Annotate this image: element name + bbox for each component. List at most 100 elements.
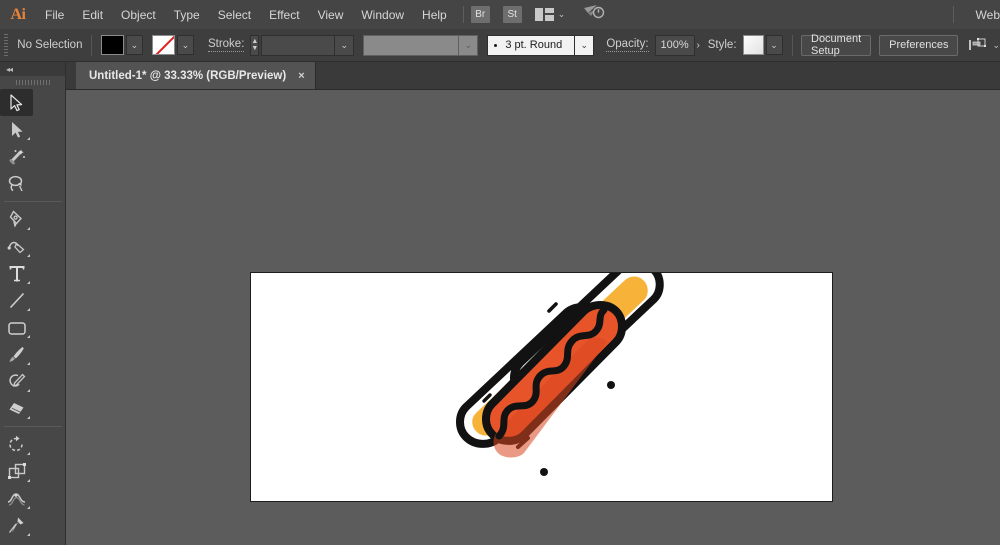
- width-profile-input[interactable]: [363, 35, 459, 56]
- shape-builder-tool[interactable]: [0, 539, 33, 545]
- tool-group-indicator: [27, 227, 30, 230]
- lasso-tool[interactable]: [0, 170, 33, 197]
- fill-color-control[interactable]: ⌄: [101, 35, 143, 55]
- selection-tool[interactable]: [0, 89, 33, 116]
- menu-bar: Ai File Edit Object Type Select Effect V…: [0, 0, 1000, 29]
- control-bar-grip[interactable]: [4, 34, 8, 56]
- scale-tool[interactable]: [0, 458, 33, 485]
- paintbrush-tool[interactable]: [0, 341, 33, 368]
- tool-group-indicator: [27, 416, 30, 419]
- curvature-pen-icon: [7, 237, 27, 256]
- free-transform-tool[interactable]: [0, 512, 33, 539]
- opacity-flyout-icon[interactable]: ›: [695, 35, 702, 56]
- menu-edit[interactable]: Edit: [73, 0, 112, 29]
- direct-selection-tool[interactable]: [0, 116, 33, 143]
- share-plane-icon[interactable]: [583, 3, 605, 26]
- direct-selection-arrow-icon: [10, 121, 24, 139]
- align-options-button[interactable]: ⌄: [968, 37, 1000, 53]
- workspace-divider: [953, 6, 954, 23]
- align-icon: [968, 37, 988, 53]
- lasso-icon: [7, 175, 26, 193]
- artboard[interactable]: [250, 272, 833, 502]
- shaper-pencil-tool[interactable]: [0, 368, 33, 395]
- stock-icon[interactable]: St: [503, 6, 522, 23]
- opacity-label[interactable]: Opacity:: [606, 38, 648, 52]
- rectangle-tool[interactable]: [0, 314, 33, 341]
- rotate-tool[interactable]: [0, 431, 33, 458]
- menu-window[interactable]: Window: [352, 0, 413, 29]
- bridge-icon[interactable]: Br: [471, 6, 490, 23]
- line-segment-tool[interactable]: [0, 287, 33, 314]
- rotate-icon: [7, 435, 27, 454]
- curvature-tool[interactable]: [0, 233, 33, 260]
- document-tab[interactable]: Untitled-1* @ 33.33% (RGB/Preview) ×: [76, 62, 316, 89]
- stepper-down-icon: ▼: [251, 45, 258, 52]
- menu-file[interactable]: File: [36, 0, 73, 29]
- stroke-weight-control[interactable]: ⌄: [261, 35, 354, 56]
- tool-group-indicator: [27, 362, 30, 365]
- eraser-tool[interactable]: [0, 395, 33, 422]
- rectangle-icon: [7, 319, 27, 337]
- scale-icon: [7, 462, 27, 481]
- menu-type[interactable]: Type: [165, 0, 209, 29]
- opacity-input[interactable]: 100%: [655, 35, 695, 56]
- stroke-color-control[interactable]: ⌄: [152, 35, 194, 55]
- selection-status: No Selection: [17, 39, 82, 51]
- pen-nib-icon: [8, 210, 26, 229]
- brush-definition-control[interactable]: 3 pt. Round ⌄: [487, 35, 594, 56]
- tool-group-indicator: [27, 308, 30, 311]
- graphic-style-dropdown-icon[interactable]: ⌄: [766, 35, 783, 55]
- stroke-weight-label[interactable]: Stroke:: [208, 38, 244, 52]
- free-transform-pin-icon: [7, 516, 26, 535]
- menu-help[interactable]: Help: [413, 0, 456, 29]
- control-bar: No Selection ⌄ ⌄ Stroke: ▲ ▼ ⌄ ⌄ 3 pt. R…: [0, 29, 1000, 62]
- menu-object[interactable]: Object: [112, 0, 165, 29]
- align-chevron-down-icon: ⌄: [992, 40, 1000, 51]
- close-icon[interactable]: ×: [298, 70, 304, 82]
- width-tool[interactable]: [0, 485, 33, 512]
- menu-select[interactable]: Select: [209, 0, 260, 29]
- tool-group-indicator: [27, 452, 30, 455]
- type-tool[interactable]: [0, 260, 33, 287]
- tool-group-indicator: [27, 506, 30, 509]
- stroke-weight-dropdown-icon[interactable]: ⌄: [335, 35, 354, 56]
- hot-dog-illustration[interactable]: [251, 273, 834, 503]
- stroke-swatch-none[interactable]: [152, 35, 175, 55]
- stroke-weight-input[interactable]: [261, 35, 335, 56]
- graphic-style-swatch[interactable]: [743, 35, 764, 55]
- tool-group-indicator: [27, 389, 30, 392]
- paintbrush-icon: [7, 345, 26, 364]
- tools-panel: ◂◂: [0, 62, 66, 545]
- magic-wand-tool[interactable]: [0, 143, 33, 170]
- canvas-area[interactable]: [66, 90, 1000, 545]
- document-setup-button[interactable]: Document Setup: [801, 35, 871, 56]
- pen-tool[interactable]: [0, 206, 33, 233]
- illustrator-window: Ai File Edit Object Type Select Effect V…: [0, 0, 1000, 545]
- menu-effect[interactable]: Effect: [260, 0, 308, 29]
- tool-group-indicator: [27, 479, 30, 482]
- graphic-style-control[interactable]: ⌄: [743, 35, 783, 55]
- brush-preview-icon: [494, 44, 497, 47]
- fill-dropdown-icon[interactable]: ⌄: [126, 35, 143, 55]
- stepper-up-icon: ▲: [251, 38, 258, 45]
- width-profile-dropdown-icon[interactable]: ⌄: [459, 35, 478, 56]
- tools-panel-collapse-button[interactable]: ◂◂: [0, 62, 65, 76]
- tools-grid: [0, 89, 65, 545]
- brush-definition-dropdown-icon[interactable]: ⌄: [575, 35, 594, 56]
- fill-swatch[interactable]: [101, 35, 124, 55]
- preferences-button[interactable]: Preferences: [879, 35, 958, 56]
- width-icon: [6, 489, 27, 508]
- width-profile-control[interactable]: ⌄: [363, 35, 478, 56]
- shaper-icon: [7, 372, 27, 391]
- brush-definition-field[interactable]: 3 pt. Round: [487, 35, 575, 56]
- stroke-dropdown-icon[interactable]: ⌄: [177, 35, 194, 55]
- menu-view[interactable]: View: [309, 0, 353, 29]
- brush-definition-value: 3 pt. Round: [505, 39, 562, 51]
- stroke-weight-stepper[interactable]: ▲ ▼: [250, 35, 259, 56]
- arrange-documents-button[interactable]: ⌄: [535, 8, 566, 21]
- selection-arrow-icon: [9, 94, 24, 112]
- workspace-switcher[interactable]: Web: [976, 0, 1000, 29]
- type-t-icon: [8, 264, 26, 283]
- tool-group-indicator: [27, 254, 30, 257]
- tools-panel-grip[interactable]: [0, 76, 65, 89]
